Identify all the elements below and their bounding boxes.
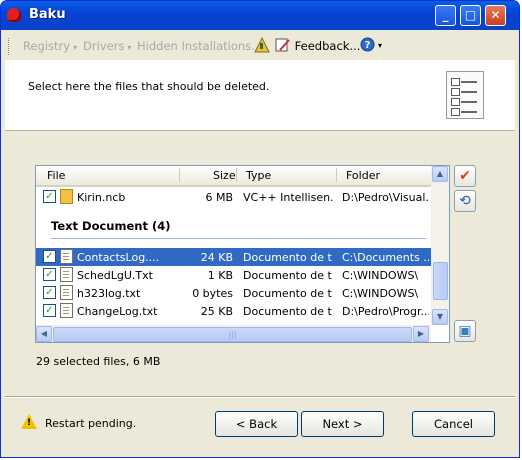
horizontal-scroll-thumb[interactable]: ||| <box>53 327 412 342</box>
selection-summary: 29 selected files, 6 MB <box>36 355 161 368</box>
maximize-button[interactable]: □ <box>460 5 481 26</box>
list-header: File Size Type Folder <box>36 166 431 187</box>
baku-window: Baku _ □ ✕ Registry ▾ Drivers ▾ Hidden Ins… <box>0 0 520 458</box>
horizontal-scrollbar[interactable]: ◀ ||| ▶ <box>36 325 431 342</box>
group-header[interactable]: Text Document (4) <box>51 219 170 233</box>
file-name: Kirin.ncb <box>77 191 126 204</box>
file-name: h323log.txt <box>77 287 141 300</box>
scroll-down-button[interactable]: ▼ <box>432 309 448 325</box>
file-folder: C:\WINDOWS\ <box>342 269 419 282</box>
file-name: ContactsLog.... <box>77 251 160 264</box>
scroll-left-button[interactable]: ◀ <box>36 326 52 342</box>
header-banner: Select here the files that should be del… <box>5 60 515 131</box>
toolbar-grip[interactable] <box>8 38 12 55</box>
text-file-icon <box>60 285 73 300</box>
checkmark-icon: ✔ <box>459 168 471 184</box>
file-name: SchedLgU.Txt <box>77 269 153 282</box>
footer-divider <box>5 396 515 398</box>
row-checkbox[interactable]: ✓ <box>43 304 56 317</box>
file-folder: C:\WINDOWS\ <box>342 287 419 300</box>
table-row[interactable]: ✓ ContactsLog.... 24 KB Documento de t..… <box>36 248 431 266</box>
cancel-button[interactable]: Cancel <box>412 411 495 437</box>
text-file-icon <box>60 267 73 282</box>
wand-icon[interactable] <box>254 36 271 57</box>
properties-button[interactable]: ▣ <box>454 320 476 342</box>
file-type: Documento de t... <box>243 269 333 282</box>
toolbar: Registry ▾ Drivers ▾ Hidden Installations.… <box>5 36 515 58</box>
properties-icon: ▣ <box>458 323 472 339</box>
row-checkbox[interactable]: ✓ <box>43 190 56 203</box>
undo-icon: ⟲ <box>459 193 471 209</box>
column-type[interactable]: Type <box>246 169 271 182</box>
instruction-text: Select here the files that should be del… <box>28 80 270 93</box>
checklist-icon <box>446 71 484 119</box>
chevron-down-icon: ▾ <box>378 41 383 50</box>
chevron-down-icon: ▾ <box>127 43 132 52</box>
registry-menu[interactable]: Registry ▾ <box>23 39 77 53</box>
row-checkbox[interactable]: ✓ <box>43 286 56 299</box>
column-size[interactable]: Size <box>213 169 236 182</box>
file-size: 24 KB <box>200 251 233 264</box>
table-row[interactable]: ✓ Kirin.ncb 6 MB VC++ Intellisen... D:\P… <box>36 188 431 206</box>
file-type: Documento de t... <box>243 251 333 264</box>
next-button[interactable]: Next > <box>301 411 384 437</box>
help-menu[interactable]: ? ▾ <box>360 37 382 55</box>
file-size: 1 KB <box>207 269 233 282</box>
restart-pending-text: Restart pending. <box>45 417 137 430</box>
file-type: Documento de t... <box>243 287 333 300</box>
table-row[interactable]: ✓ h323log.txt 0 bytes Documento de t... … <box>36 284 431 302</box>
group-divider <box>51 238 426 239</box>
row-checkbox[interactable]: ✓ <box>43 250 56 263</box>
help-icon: ? <box>360 37 375 55</box>
app-icon <box>7 8 21 22</box>
file-type: Documento de t... <box>243 305 333 318</box>
file-list[interactable]: File Size Type Folder ✓ Kirin.ncb 6 MB V… <box>35 165 450 343</box>
table-row[interactable]: ✓ SchedLgU.Txt 1 KB Documento de t... C:… <box>36 266 431 284</box>
file-type: VC++ Intellisen... <box>243 191 333 204</box>
file-folder: D:\Pedro\Visual... <box>342 191 429 204</box>
file-size: 0 bytes <box>192 287 233 300</box>
vertical-scroll-thumb[interactable] <box>433 262 448 300</box>
file-size: 6 MB <box>205 191 233 204</box>
file-folder: D:\Pedro\Progr... <box>342 305 429 318</box>
title-bar[interactable]: Baku _ □ ✕ <box>1 1 519 30</box>
svg-text:?: ? <box>365 40 371 51</box>
file-name: ChangeLog.txt <box>77 305 158 318</box>
undo-selection-button[interactable]: ⟲ <box>454 190 476 212</box>
drivers-label: Drivers <box>83 39 125 53</box>
feedback-label: Feedback... <box>294 39 361 53</box>
scroll-right-button[interactable]: ▶ <box>413 326 429 342</box>
feedback-button[interactable]: Feedback... <box>275 37 360 56</box>
chevron-down-icon: ▾ <box>73 43 78 52</box>
window-title: Baku <box>29 7 66 22</box>
drivers-menu[interactable]: Drivers ▾ <box>83 39 131 53</box>
feedback-pen-icon <box>275 38 291 56</box>
close-button[interactable]: ✕ <box>485 5 506 26</box>
column-file[interactable]: File <box>47 169 65 182</box>
table-row[interactable]: ✓ ChangeLog.txt 25 KB Documento de t... … <box>36 302 431 320</box>
file-folder: C:\Documents ... <box>342 251 429 264</box>
vertical-scrollbar[interactable]: ▲ ▼ <box>431 166 449 325</box>
scroll-up-button[interactable]: ▲ <box>432 166 448 182</box>
minimize-button[interactable]: _ <box>435 5 456 26</box>
column-folder[interactable]: Folder <box>346 169 380 182</box>
text-file-icon <box>60 303 73 318</box>
text-file-icon <box>60 249 73 264</box>
ncb-file-icon <box>60 189 73 204</box>
row-checkbox[interactable]: ✓ <box>43 268 56 281</box>
hidden-installations-button[interactable]: Hidden Installations... <box>137 39 262 53</box>
back-button[interactable]: < Back <box>215 411 298 437</box>
registry-label: Registry <box>23 39 71 53</box>
check-all-button[interactable]: ✔ <box>454 165 476 187</box>
file-size: 25 KB <box>200 305 233 318</box>
